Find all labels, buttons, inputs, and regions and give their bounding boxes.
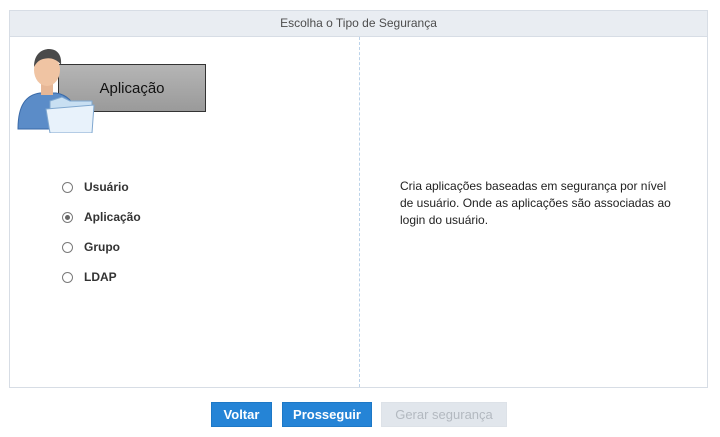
user-folder-icon bbox=[17, 49, 95, 133]
next-button[interactable]: Prosseguir bbox=[282, 402, 372, 427]
option-usuario[interactable]: Usuário bbox=[62, 172, 141, 202]
selected-type-illustration: Aplicação bbox=[16, 43, 206, 133]
generate-security-button[interactable]: Gerar segurança bbox=[381, 402, 507, 427]
option-label: Aplicação bbox=[84, 210, 141, 224]
column-divider bbox=[359, 37, 360, 387]
type-description: Cria aplicações baseadas em segurança po… bbox=[400, 179, 671, 227]
option-grupo[interactable]: Grupo bbox=[62, 232, 141, 262]
security-type-panel: Escolha o Tipo de Segurança Aplicação Us… bbox=[9, 10, 708, 388]
radio-button[interactable] bbox=[62, 271, 73, 283]
radio-button[interactable] bbox=[62, 241, 73, 253]
radio-button[interactable] bbox=[62, 181, 73, 193]
back-button[interactable]: Voltar bbox=[211, 402, 272, 427]
panel-title: Escolha o Tipo de Segurança bbox=[10, 11, 707, 37]
option-ldap[interactable]: LDAP bbox=[62, 262, 141, 292]
option-label: Grupo bbox=[84, 240, 120, 254]
option-label: LDAP bbox=[84, 270, 117, 284]
option-label: Usuário bbox=[84, 180, 129, 194]
radio-button-selected[interactable] bbox=[62, 211, 73, 223]
option-aplicacao[interactable]: Aplicação bbox=[62, 202, 141, 232]
security-type-options: Usuário Aplicação Grupo LDAP bbox=[62, 172, 141, 292]
